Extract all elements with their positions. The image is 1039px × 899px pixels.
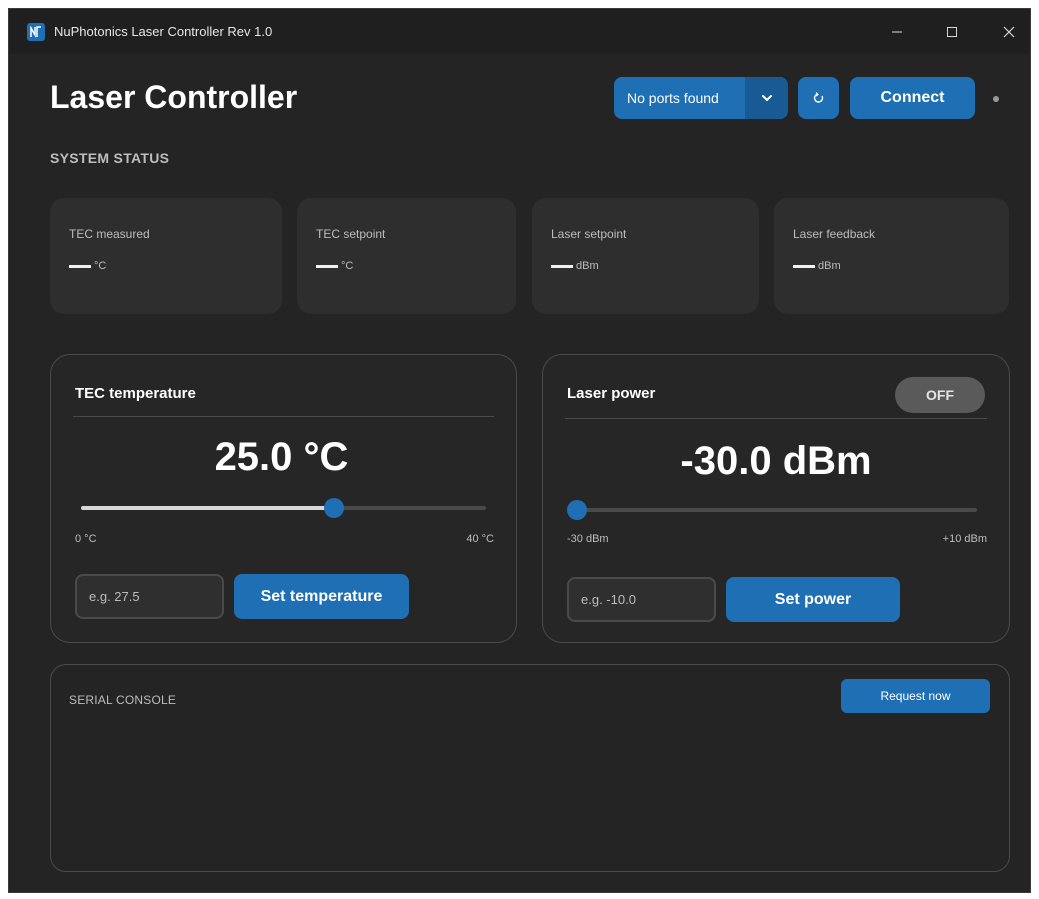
refresh-icon bbox=[813, 92, 823, 103]
stat-label: TEC measured bbox=[69, 227, 150, 241]
title-bar: NuPhotonics Laser Controller Rev 1.0 bbox=[9, 9, 1030, 54]
stat-unit: °C bbox=[94, 260, 107, 272]
close-button[interactable] bbox=[997, 21, 1021, 43]
port-dropdown-toggle[interactable] bbox=[745, 77, 788, 119]
page-title: Laser Controller bbox=[50, 79, 298, 115]
port-select[interactable]: No ports found bbox=[614, 77, 788, 119]
stat-value: °C bbox=[316, 260, 353, 272]
set-power-button[interactable]: Set power bbox=[726, 577, 900, 622]
power-input[interactable]: e.g. -10.0 bbox=[567, 577, 716, 622]
minimize-button[interactable] bbox=[885, 21, 909, 43]
stat-value: dBm bbox=[793, 260, 841, 272]
slider-fill bbox=[81, 506, 335, 510]
laser-power-panel: Laser power OFF -30.0 dBm -30 dBm +10 dB… bbox=[542, 354, 1010, 643]
laser-range-max: +10 dBm bbox=[942, 533, 987, 545]
laser-range-min: -30 dBm bbox=[567, 533, 609, 545]
tec-range-max: 40 °C bbox=[466, 533, 494, 545]
connection-status-indicator bbox=[993, 96, 999, 102]
stat-value: °C bbox=[69, 260, 106, 272]
maximize-icon bbox=[947, 27, 957, 37]
slider-thumb[interactable] bbox=[324, 498, 345, 518]
window-title: NuPhotonics Laser Controller Rev 1.0 bbox=[54, 24, 273, 39]
stat-label: TEC setpoint bbox=[316, 227, 386, 241]
stat-unit: °C bbox=[341, 260, 354, 272]
maximize-button[interactable] bbox=[940, 21, 964, 43]
stat-unit: dBm bbox=[576, 260, 599, 272]
empty-value-dash bbox=[551, 264, 573, 268]
connect-button[interactable]: Connect bbox=[850, 77, 975, 119]
serial-console: SERIAL CONSOLE Request now bbox=[50, 664, 1010, 872]
tec-range-min: 0 °C bbox=[75, 533, 97, 545]
tec-temperature-panel: TEC temperature 25.0 °C 0 °C 40 °C e.g. … bbox=[50, 354, 517, 643]
chevron-down-icon bbox=[761, 95, 772, 102]
stat-unit: dBm bbox=[818, 260, 841, 272]
stat-card-laser-feedback: Laser feedback dBm bbox=[774, 198, 1009, 314]
laser-power-slider[interactable] bbox=[567, 500, 977, 520]
stat-label: Laser feedback bbox=[793, 227, 876, 241]
tec-temperature-value: 25.0 °C bbox=[214, 435, 349, 479]
divider bbox=[73, 416, 494, 417]
stat-card-laser-setpoint: Laser setpoint dBm bbox=[532, 198, 759, 314]
laser-power-value: -30.0 dBm bbox=[680, 439, 872, 483]
slider-thumb[interactable] bbox=[567, 500, 587, 520]
laser-panel-title: Laser power bbox=[567, 385, 656, 402]
temperature-input[interactable]: e.g. 27.5 bbox=[75, 574, 224, 619]
port-select-value: No ports found bbox=[627, 90, 719, 106]
request-now-button[interactable]: Request now bbox=[841, 679, 990, 713]
empty-value-dash bbox=[316, 264, 338, 268]
system-status-heading: SYSTEM STATUS bbox=[50, 150, 170, 166]
close-icon bbox=[1003, 26, 1015, 38]
laser-power-toggle[interactable]: OFF bbox=[895, 377, 985, 413]
stat-card-tec-measured: TEC measured °C bbox=[50, 198, 282, 314]
stat-card-tec-setpoint: TEC setpoint °C bbox=[297, 198, 516, 314]
tec-temperature-slider[interactable] bbox=[81, 498, 486, 518]
empty-value-dash bbox=[793, 264, 815, 268]
stat-value: dBm bbox=[551, 260, 599, 272]
minimize-icon bbox=[892, 31, 902, 33]
serial-console-label: SERIAL CONSOLE bbox=[69, 693, 177, 707]
app-logo-icon bbox=[27, 23, 45, 41]
stat-label: Laser setpoint bbox=[551, 227, 627, 241]
refresh-ports-button[interactable] bbox=[798, 77, 839, 119]
set-temperature-button[interactable]: Set temperature bbox=[234, 574, 409, 619]
tec-panel-title: TEC temperature bbox=[75, 385, 196, 402]
app-window: NuPhotonics Laser Controller Rev 1.0 Las… bbox=[8, 8, 1031, 893]
divider bbox=[565, 418, 987, 419]
empty-value-dash bbox=[69, 264, 91, 268]
console-output bbox=[69, 725, 991, 857]
